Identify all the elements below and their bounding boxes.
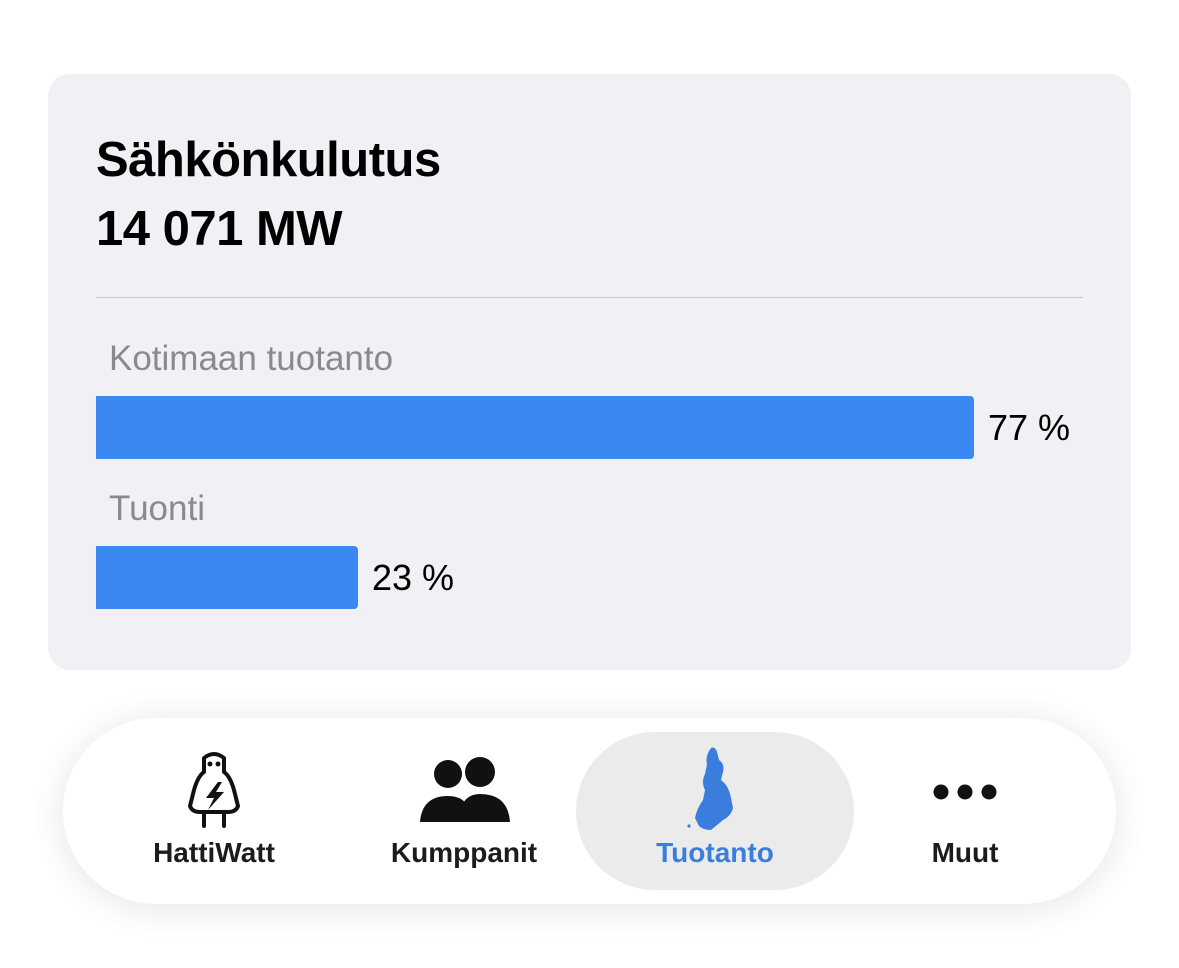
people-icon (420, 757, 510, 822)
tab-tuotanto[interactable]: Tuotanto (575, 718, 855, 904)
tab-kumppanit[interactable]: Kumppanit (324, 718, 604, 904)
tab-hattiwatt[interactable]: HattiWatt (74, 718, 354, 904)
tab-label: Kumppanit (390, 837, 538, 868)
tab-label: Tuotanto (656, 837, 774, 868)
domestic-production-label: Kotimaan tuotanto (109, 339, 394, 378)
domestic-production-bar (96, 396, 974, 459)
divider (96, 297, 1083, 298)
tab-label: HattiWatt (153, 837, 275, 868)
domestic-production-percent: 77 % (988, 407, 1071, 448)
tab-bar: HattiWatt Kumppanit Tuotanto Muut (63, 718, 1116, 904)
tab-label: Muut (931, 837, 999, 868)
hattiwatt-mascot-icon (188, 752, 240, 828)
tab-muut[interactable]: Muut (825, 718, 1105, 904)
card-title: Sähkönkulutus (96, 133, 441, 187)
app-screen: Sähkönkulutus 14 071 MW Kotimaan tuotant… (0, 0, 1179, 968)
consumption-card: Sähkönkulutus 14 071 MW Kotimaan tuotant… (48, 74, 1131, 670)
import-percent: 23 % (372, 557, 455, 598)
import-bar (96, 546, 358, 609)
finland-map-icon (687, 747, 733, 830)
ellipsis-icon (933, 784, 997, 800)
import-label: Tuonti (109, 489, 205, 528)
consumption-value: 14 071 MW (96, 202, 343, 256)
